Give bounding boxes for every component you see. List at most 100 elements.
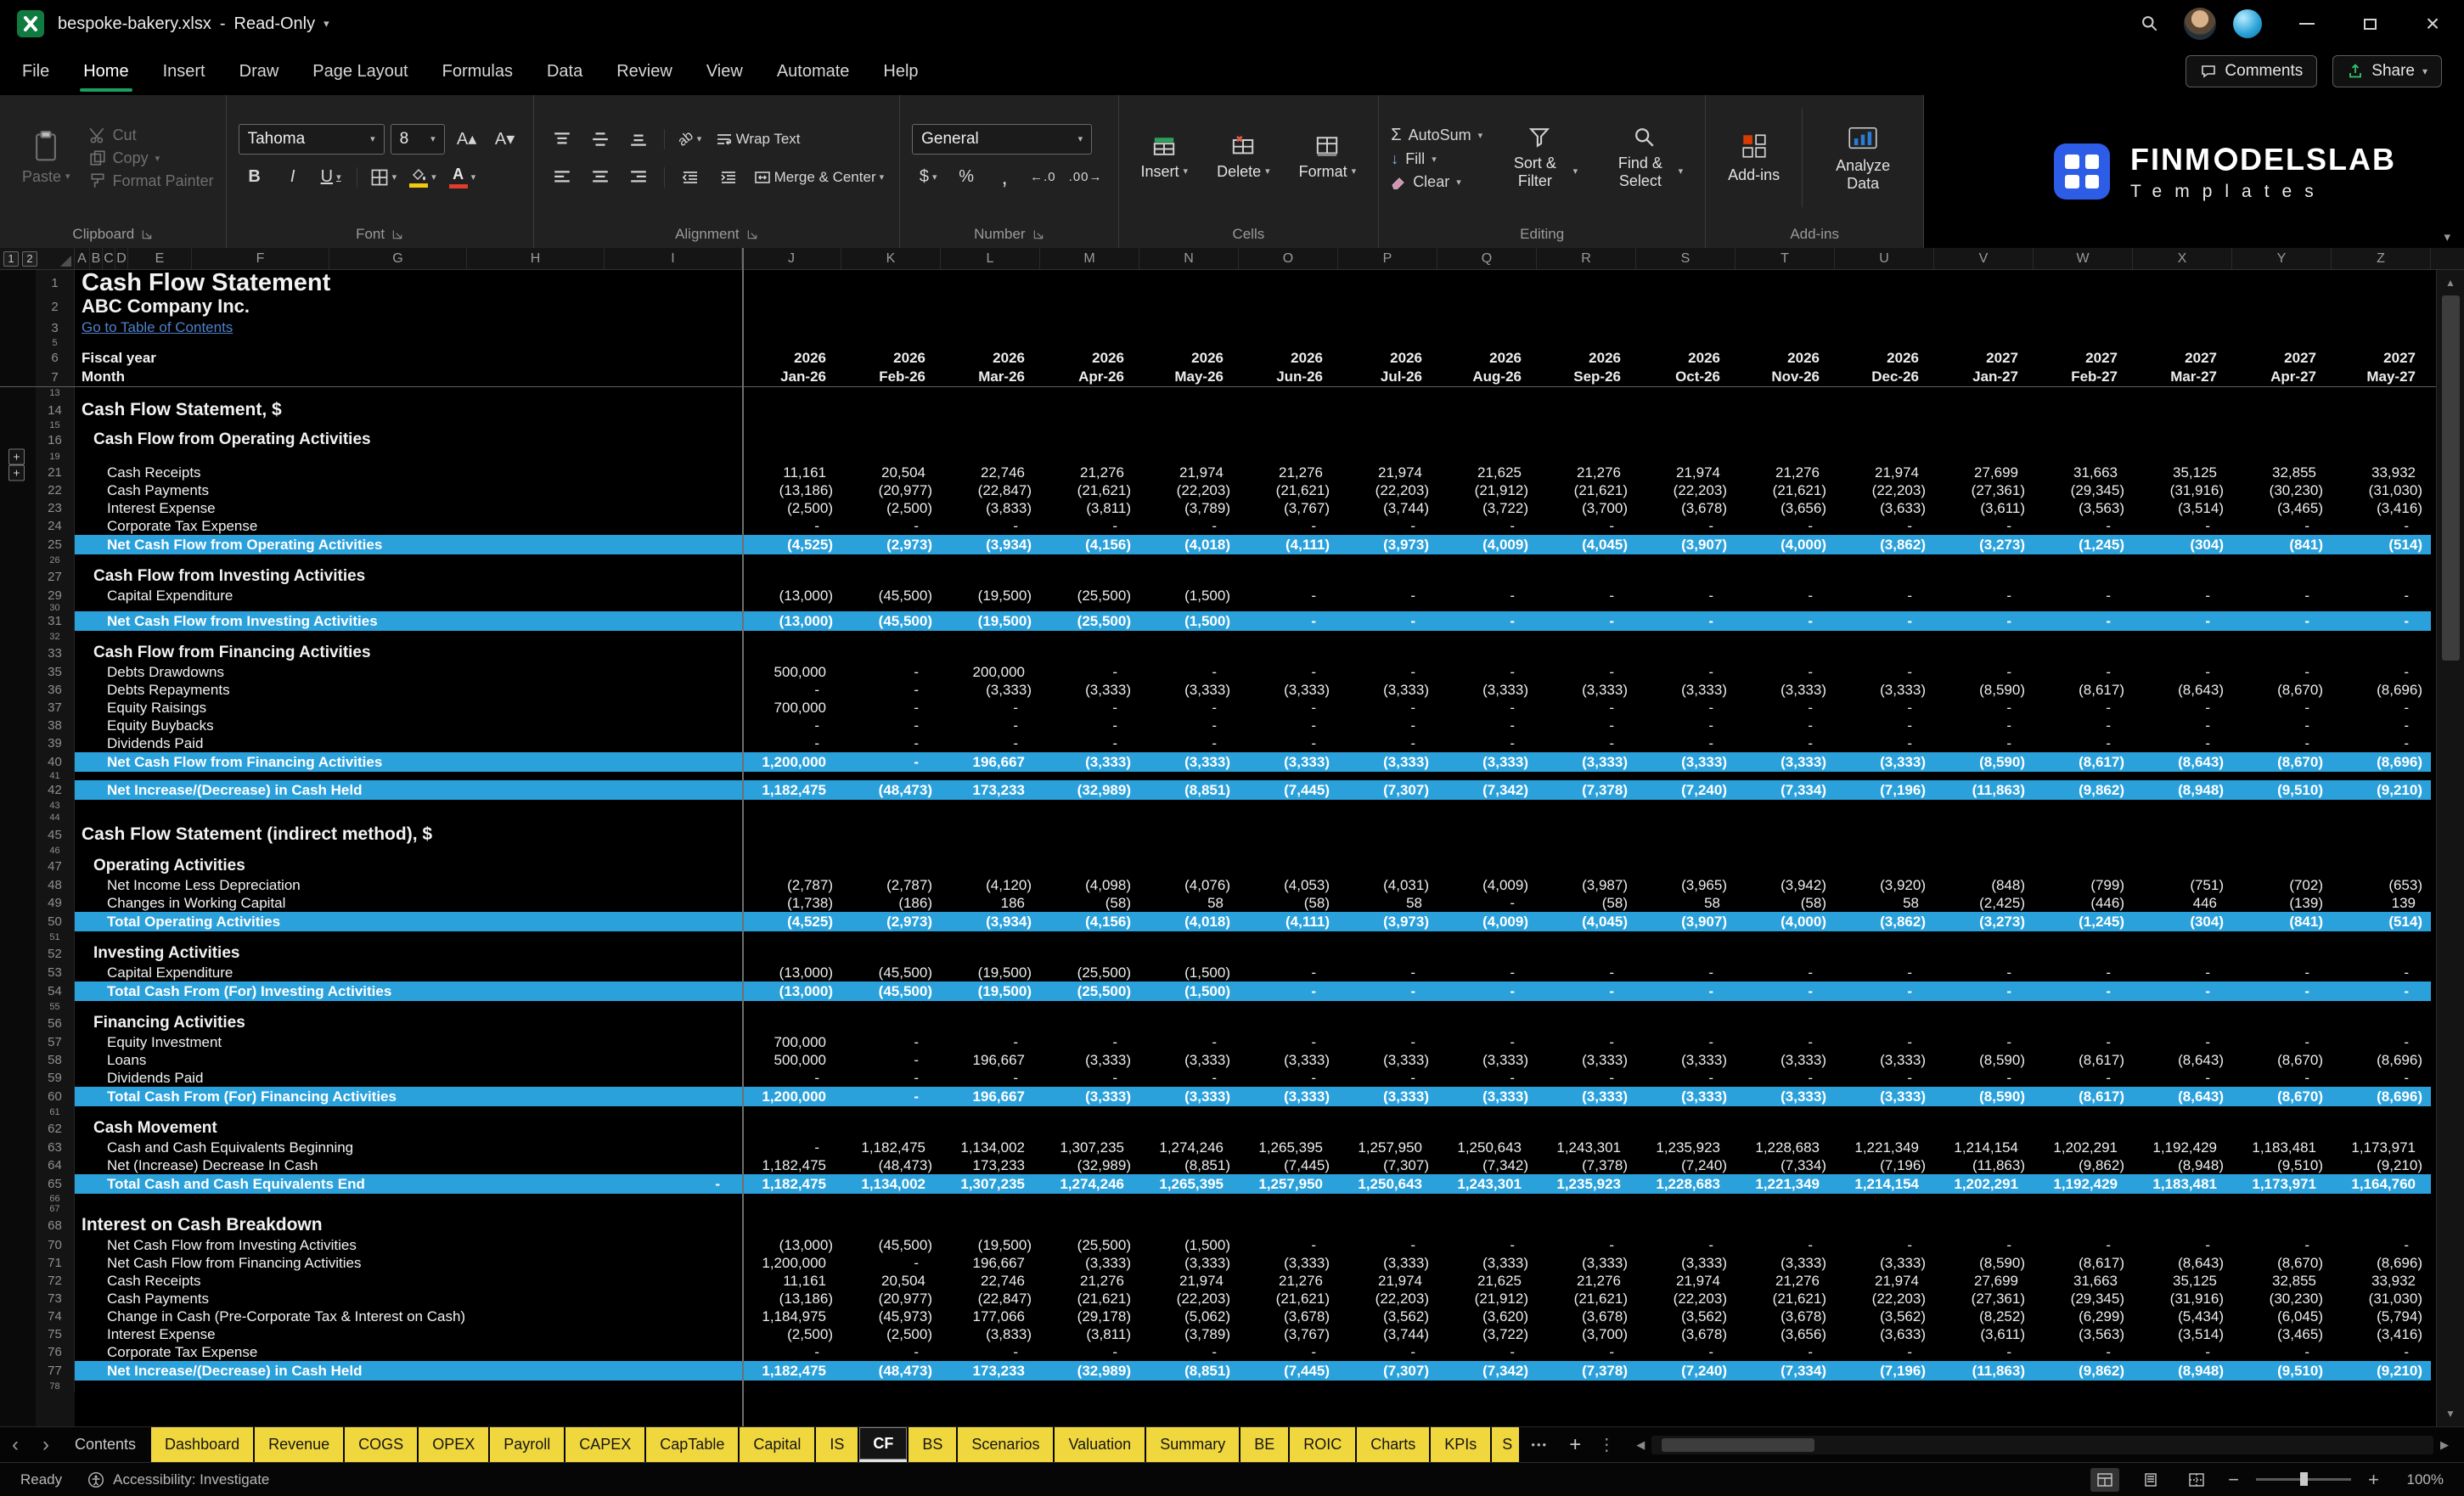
cell[interactable]: - xyxy=(742,1069,841,1087)
cell-label[interactable]: Cash Flow Statement, $ xyxy=(75,399,742,421)
cell[interactable]: (31,030) xyxy=(2332,1290,2431,1308)
cell[interactable]: - xyxy=(1735,734,1835,752)
row-header-62[interactable]: 62 xyxy=(36,1118,75,1139)
sheet-tab-kpis[interactable]: KPIs xyxy=(1431,1427,1490,1462)
cell[interactable]: Sep-26 xyxy=(1537,368,1636,386)
cell[interactable]: (3,333) xyxy=(1835,752,1934,772)
cell[interactable]: (3,744) xyxy=(1338,1325,1437,1343)
cell-empty[interactable] xyxy=(75,421,742,430)
cell[interactable]: (3,862) xyxy=(1835,535,1934,554)
column-header-W[interactable]: W xyxy=(2034,248,2133,269)
cell[interactable]: - xyxy=(2133,1343,2232,1361)
cell[interactable]: - xyxy=(2232,981,2332,1001)
cell[interactable]: (22,847) xyxy=(941,481,1040,499)
cell[interactable]: (446) xyxy=(2034,894,2133,912)
cell[interactable]: 2026 xyxy=(1636,348,1735,368)
cell[interactable]: (45,500) xyxy=(841,981,941,1001)
cell[interactable]: (8,643) xyxy=(2133,1254,2232,1272)
cell[interactable]: - xyxy=(2034,734,2133,752)
cell[interactable]: Dec-26 xyxy=(1835,368,1934,386)
row-header-78[interactable]: 78 xyxy=(36,1381,75,1392)
cell[interactable]: (8,948) xyxy=(2133,1156,2232,1174)
cell[interactable]: (22,203) xyxy=(1338,1290,1437,1308)
cell[interactable]: - xyxy=(1636,1343,1735,1361)
cell[interactable]: - xyxy=(1835,699,1934,717)
search-icon[interactable] xyxy=(2128,0,2172,48)
cell[interactable]: (8,590) xyxy=(1934,1087,2034,1106)
cell[interactable]: - xyxy=(1139,1033,1239,1051)
row-header-44[interactable]: 44 xyxy=(36,812,75,824)
sheet-tab-opex[interactable]: OPEX xyxy=(419,1427,488,1462)
cell[interactable]: 2027 xyxy=(2034,348,2133,368)
cell[interactable]: 58 xyxy=(1338,894,1437,912)
cell[interactable]: (8,590) xyxy=(1934,1051,2034,1069)
cell[interactable]: - xyxy=(1437,1343,1537,1361)
menu-draw[interactable]: Draw xyxy=(239,48,279,95)
cell[interactable]: (9,510) xyxy=(2232,1156,2332,1174)
cell-label[interactable]: Month xyxy=(75,368,742,386)
cell[interactable]: (799) xyxy=(2034,876,2133,894)
cell[interactable]: Mar-26 xyxy=(941,368,1040,386)
cell[interactable]: - xyxy=(1735,717,1835,734)
menu-home[interactable]: Home xyxy=(83,48,128,95)
cell[interactable]: (25,500) xyxy=(1040,1236,1139,1254)
cell[interactable]: (3,333) xyxy=(1139,1087,1239,1106)
column-header-K[interactable]: K xyxy=(841,248,941,269)
cell[interactable]: - xyxy=(1338,1343,1437,1361)
cell[interactable]: (25,500) xyxy=(1040,981,1139,1001)
cell[interactable]: (3,333) xyxy=(1835,1051,1934,1069)
cell[interactable]: (45,500) xyxy=(841,964,941,981)
cell[interactable]: (8,617) xyxy=(2034,681,2133,699)
format-cells-button[interactable]: Format▾ xyxy=(1289,130,1367,186)
cell-label[interactable]: Financing Activities xyxy=(75,1013,742,1033)
cell[interactable]: - xyxy=(2232,587,2332,605)
cell-label[interactable]: Debts Repayments xyxy=(75,681,742,699)
cell[interactable]: - xyxy=(1338,1033,1437,1051)
cell[interactable]: (3,907) xyxy=(1636,912,1735,931)
cell[interactable]: 31,663 xyxy=(2034,464,2133,481)
cell[interactable]: (27,361) xyxy=(1934,1290,2034,1308)
sheet-tab-dashboard[interactable]: Dashboard xyxy=(151,1427,253,1462)
cell[interactable]: - xyxy=(1040,517,1139,535)
cell-label[interactable]: Total Operating Activities xyxy=(75,912,742,931)
cell[interactable]: - xyxy=(1735,517,1835,535)
cell[interactable]: - xyxy=(1040,1343,1139,1361)
cell[interactable]: - xyxy=(2034,517,2133,535)
cell[interactable]: - xyxy=(1835,1033,1934,1051)
row-header-38[interactable]: 38 xyxy=(36,717,75,734)
cell[interactable]: (3,973) xyxy=(1338,535,1437,554)
cell[interactable]: - xyxy=(2232,663,2332,681)
cell[interactable]: 196,667 xyxy=(941,1051,1040,1069)
row-header-3[interactable]: 3 xyxy=(36,318,75,338)
cell-label[interactable]: Investing Activities xyxy=(75,943,742,964)
page-layout-view-button[interactable] xyxy=(2136,1468,2165,1492)
cell[interactable]: (7,342) xyxy=(1437,1361,1537,1381)
cell[interactable]: (8,617) xyxy=(2034,1051,2133,1069)
cell-label[interactable]: Total Cash and Cash Equivalents End- xyxy=(75,1174,742,1194)
cell[interactable]: (32,989) xyxy=(1040,780,1139,800)
sheet-tab-is[interactable]: IS xyxy=(816,1427,858,1462)
cell[interactable]: - xyxy=(841,734,941,752)
cell[interactable]: - xyxy=(1735,964,1835,981)
cell[interactable]: (8,696) xyxy=(2332,681,2431,699)
align-bottom-button[interactable] xyxy=(622,124,655,155)
more-sheets-button[interactable]: ••• xyxy=(1521,1427,1558,1462)
row-header-36[interactable]: 36 xyxy=(36,681,75,699)
row-header-2[interactable]: 2 xyxy=(36,295,75,318)
cell[interactable]: - xyxy=(2133,964,2232,981)
wrap-text-button[interactable]: Wrap Text xyxy=(712,124,804,155)
cell[interactable]: (3,333) xyxy=(1239,1254,1338,1272)
cell[interactable]: 1,250,643 xyxy=(1437,1139,1537,1156)
cell[interactable]: (8,696) xyxy=(2332,1051,2431,1069)
cell[interactable]: (9,862) xyxy=(2034,1156,2133,1174)
insert-cells-button[interactable]: Insert▾ xyxy=(1131,130,1199,186)
cell[interactable]: (7,307) xyxy=(1338,1156,1437,1174)
cell[interactable]: (3,333) xyxy=(1338,1051,1437,1069)
cell[interactable]: Apr-26 xyxy=(1040,368,1139,386)
cell-label[interactable]: Cash Flow from Operating Activities xyxy=(75,430,742,450)
cell[interactable]: - xyxy=(2034,717,2133,734)
cell[interactable]: - xyxy=(1636,717,1735,734)
cell[interactable]: - xyxy=(2232,611,2332,631)
cell[interactable]: 1,202,291 xyxy=(1934,1174,2034,1194)
row-header-50[interactable]: 50 xyxy=(36,912,75,931)
